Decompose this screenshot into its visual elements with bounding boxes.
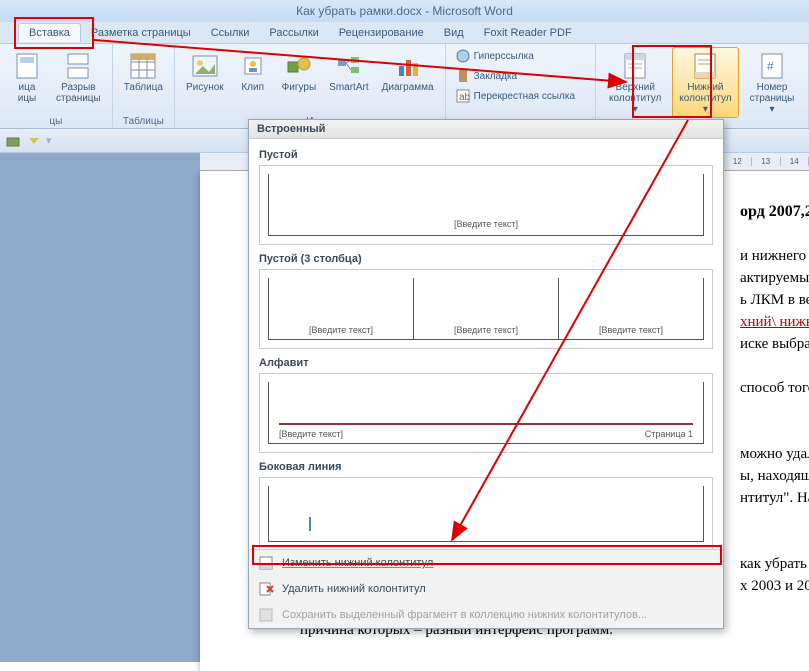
- bookmark-button[interactable]: Закладка: [452, 67, 589, 85]
- header-icon: [619, 50, 651, 82]
- dropdown-footer: Изменить нижний колонтитул Удалить нижни…: [249, 549, 723, 628]
- ribbon: ицаицы Разрывстраницы цы Таблица Таблицы…: [0, 44, 809, 129]
- qat-btn2[interactable]: [25, 132, 43, 150]
- group-label-tables: Таблицы: [119, 116, 168, 127]
- preview-sideline[interactable]: [259, 477, 713, 549]
- footer-dropdown: Встроенный Пустой [Введите текст] Пустой…: [248, 119, 724, 629]
- picture-button[interactable]: Рисунок: [181, 47, 229, 96]
- group-pages: ицаицы Разрывстраницы цы: [0, 44, 113, 128]
- group-illustrations: Рисунок Клип Фигуры SmartArt Диаграмма И: [175, 44, 446, 128]
- smartart-icon: [333, 50, 365, 82]
- delete-icon: [258, 581, 274, 597]
- edit-icon: [258, 555, 274, 571]
- tab-links[interactable]: Ссылки: [201, 24, 260, 42]
- preview-empty3[interactable]: [Введите текст] [Введите текст] [Введите…: [259, 269, 713, 349]
- header-button[interactable]: Верхнийколонтитул ▾: [602, 47, 669, 118]
- pagenumber-button[interactable]: # Номерстраницы ▾: [742, 47, 802, 118]
- smartart-button[interactable]: SmartArt: [324, 47, 373, 96]
- table-button[interactable]: Таблица: [119, 47, 168, 96]
- section-sideline: Боковая линия: [259, 461, 713, 473]
- hyperlink-icon: [455, 48, 471, 64]
- tab-foxit[interactable]: Foxit Reader PDF: [474, 24, 582, 42]
- svg-text:#: #: [767, 59, 774, 73]
- page-break-button[interactable]: Разрывстраницы: [51, 47, 106, 107]
- clip-button[interactable]: Клип: [232, 47, 274, 96]
- crossref-button[interactable]: abПерекрестная ссылка: [452, 87, 589, 105]
- qat-btn1[interactable]: [4, 132, 22, 150]
- svg-text:ab: ab: [459, 92, 471, 103]
- section-empty: Пустой: [259, 149, 713, 161]
- tab-insert[interactable]: Вставка: [18, 23, 81, 42]
- dropdown-header: Встроенный: [249, 120, 723, 139]
- tab-layout[interactable]: Разметка страницы: [81, 24, 201, 42]
- group-headerfooter: Верхнийколонтитул ▾ Нижнийколонтитул ▾ #…: [596, 44, 809, 128]
- picture-icon: [189, 50, 221, 82]
- cover-page-button[interactable]: ицаицы: [6, 47, 48, 107]
- window-titlebar: Как убрать рамки.docx - Microsoft Word: [0, 0, 809, 22]
- tab-mail[interactable]: Рассылки: [259, 24, 328, 42]
- bookmark-icon: [455, 68, 471, 84]
- window-title: Как убрать рамки.docx - Microsoft Word: [296, 4, 513, 18]
- tab-review[interactable]: Рецензирование: [329, 24, 434, 42]
- chart-button[interactable]: Диаграмма: [377, 47, 439, 96]
- footer-button[interactable]: Нижнийколонтитул ▾: [672, 47, 739, 118]
- group-tables: Таблица Таблицы: [113, 44, 175, 128]
- section-empty3: Пустой (3 столбца): [259, 253, 713, 265]
- group-label-pages: цы: [6, 116, 106, 127]
- delete-footer-menuitem[interactable]: Удалить нижний колонтитул: [249, 576, 723, 602]
- hyperlink-button[interactable]: Гиперссылка: [452, 47, 589, 65]
- preview-alphabet[interactable]: [Введите текст] Страница 1: [259, 373, 713, 453]
- tab-view[interactable]: Вид: [434, 24, 474, 42]
- footer-icon: [689, 50, 721, 82]
- section-alphabet: Алфавит: [259, 357, 713, 369]
- break-icon: [62, 50, 94, 82]
- clip-icon: [237, 50, 269, 82]
- table-icon: [127, 50, 159, 82]
- preview-empty[interactable]: [Введите текст]: [259, 165, 713, 245]
- chart-icon: [392, 50, 424, 82]
- shapes-button[interactable]: Фигуры: [277, 47, 321, 96]
- pagenumber-icon: #: [756, 50, 788, 82]
- save-icon: [258, 607, 274, 623]
- edit-footer-menuitem[interactable]: Изменить нижний колонтитул: [249, 550, 723, 576]
- save-footer-menuitem: Сохранить выделенный фрагмент в коллекци…: [249, 602, 723, 628]
- shapes-icon: [283, 50, 315, 82]
- crossref-icon: ab: [455, 88, 471, 104]
- ribbon-tabs: Вставка Разметка страницы Ссылки Рассылк…: [0, 22, 809, 44]
- page-icon: [11, 50, 43, 82]
- group-links: Гиперссылка Закладка abПерекрестная ссыл…: [446, 44, 596, 128]
